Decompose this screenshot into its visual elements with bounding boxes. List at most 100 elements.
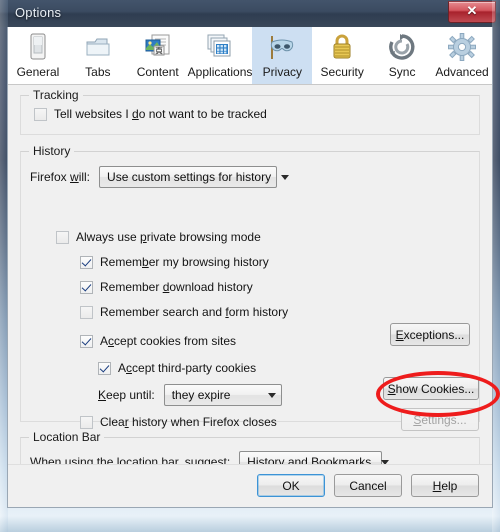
close-icon: ✕ — [466, 3, 478, 18]
clear-history-on-close-label: Clear history when Firefox closes — [100, 415, 277, 429]
location-bar-group-title: Location Bar — [29, 430, 105, 444]
settings-button: Settings... — [401, 408, 479, 431]
accept-third-party-cookies-checkbox[interactable] — [98, 361, 111, 375]
exc-accel: E — [395, 327, 404, 342]
tab-general[interactable]: General — [8, 27, 68, 84]
sync-icon — [385, 31, 419, 63]
rfh-post: orm history — [228, 305, 289, 319]
dnt-text-pre: Tell websites I — [54, 107, 133, 121]
clear-history-on-close-row[interactable]: Clear history when Firefox closes — [80, 415, 277, 429]
do-not-track-label: Tell websites I do not want to be tracke… — [54, 107, 267, 121]
dnt-text-post: o not want to be tracked — [138, 107, 267, 121]
accept-cookies-label: Accept cookies from sites — [100, 334, 236, 348]
settings-button-label: Settings... — [413, 413, 466, 427]
sc-rest: how Cookies... — [395, 381, 475, 396]
ac-pre: A — [100, 334, 109, 348]
do-not-track-checkbox[interactable] — [34, 107, 47, 121]
ok-button-label: OK — [282, 478, 300, 493]
cancel-button[interactable]: Cancel — [334, 474, 402, 497]
tab-security[interactable]: Security — [312, 27, 372, 84]
remember-browsing-history-row[interactable]: Remember my browsing history — [80, 255, 269, 269]
tab-tabs[interactable]: Tabs — [68, 27, 128, 84]
window-border-right — [492, 0, 500, 532]
keep-until-dropdown[interactable]: they expire — [163, 384, 282, 406]
svg-text:頁: 頁 — [155, 47, 163, 56]
cancel-button-label: Cancel — [349, 478, 387, 493]
remember-download-history-checkbox[interactable] — [80, 280, 93, 294]
tab-label-general: General — [16, 65, 60, 79]
show-cookies-button[interactable]: Show Cookies... — [383, 377, 479, 400]
history-group-title: History — [29, 144, 75, 158]
firefox-will-label: Firefox will: — [30, 170, 90, 184]
private-browsing-label: Always use private browsing mode — [76, 230, 261, 244]
tab-label-security: Security — [320, 65, 364, 79]
remember-form-history-label: Remember search and form history — [100, 305, 288, 319]
exceptions-button[interactable]: Exceptions... — [390, 323, 470, 346]
ku-accel: K — [98, 388, 107, 402]
tab-label-content: Content — [136, 65, 179, 79]
help-button-label: Help — [433, 479, 458, 493]
ffwill-text-pre: Firefox — [30, 170, 71, 184]
dialog-button-bar: OK Cancel Help — [8, 464, 492, 507]
private-browsing-row[interactable]: Always use private browsing mode — [56, 230, 261, 244]
options-window: Options ✕ General Tabs 頁 Content Applica… — [0, 0, 500, 532]
help-rest: elp — [441, 478, 458, 493]
rbh-pre: Remem — [100, 255, 143, 269]
tracking-group-title: Tracking — [29, 88, 83, 102]
ch-post: history when Firefox closes — [128, 415, 277, 429]
clear-history-on-close-checkbox[interactable] — [80, 415, 93, 429]
remember-browsing-history-checkbox[interactable] — [80, 255, 93, 269]
tabs-icon — [81, 31, 115, 63]
privacy-panel: Tracking Tell websites I do not want to … — [8, 85, 500, 506]
chevron-down-icon — [267, 392, 276, 398]
tab-label-sync: Sync — [388, 65, 416, 79]
remember-form-history-checkbox[interactable] — [80, 305, 93, 319]
ac-post: cept cookies from sites — [114, 334, 237, 348]
category-tab-strip: General Tabs 頁 Content Applications Priv… — [8, 27, 492, 85]
advanced-gear-icon — [445, 31, 479, 63]
tab-advanced[interactable]: Advanced — [432, 27, 492, 84]
remember-form-history-row[interactable]: Remember search and form history — [80, 305, 288, 319]
tab-content[interactable]: 頁 Content — [128, 27, 188, 84]
remember-download-history-row[interactable]: Remember download history — [80, 280, 253, 294]
ffwill-accel: w — [70, 170, 79, 184]
accept-cookies-row[interactable]: Accept cookies from sites — [80, 334, 236, 348]
privacy-mask-icon — [265, 31, 299, 63]
security-lock-icon — [325, 31, 359, 63]
title-bar: Options ✕ — [0, 0, 500, 27]
remember-download-history-label: Remember download history — [100, 280, 253, 294]
sc-accel: S — [387, 381, 396, 396]
tab-label-advanced: Advanced — [435, 65, 489, 79]
dnt-accel: d — [132, 107, 139, 121]
accept-third-party-cookies-row[interactable]: Accept third-party cookies — [98, 361, 256, 375]
show-cookies-button-label: Show Cookies... — [388, 382, 475, 396]
tab-applications[interactable]: Applications — [188, 27, 252, 84]
firefox-will-row: Firefox will: Use custom settings for hi… — [30, 166, 290, 188]
dialog-client-area: General Tabs 頁 Content Applications Priv… — [7, 27, 500, 508]
pb-accel: p — [140, 230, 147, 244]
rbh-post: er my browsing history — [148, 255, 269, 269]
atp-post: cept third-party cookies — [132, 361, 257, 375]
rbh-accel: b — [142, 255, 149, 269]
tab-sync[interactable]: Sync — [372, 27, 432, 84]
firefox-will-dropdown[interactable]: Use custom settings for history — [99, 166, 290, 188]
exceptions-button-label: Exceptions... — [396, 328, 465, 342]
help-button[interactable]: Help — [411, 474, 479, 497]
tab-label-tabs: Tabs — [85, 65, 111, 79]
accept-third-party-cookies-label: Accept third-party cookies — [118, 361, 256, 375]
chevron-down-icon — [281, 174, 290, 180]
ch-pre: Clea — [100, 415, 125, 429]
private-browsing-checkbox[interactable] — [56, 230, 69, 244]
accept-cookies-checkbox[interactable] — [80, 334, 93, 348]
set-rest: ettings... — [421, 412, 467, 427]
rfh-pre: Remember search and — [100, 305, 226, 319]
rdh-pre: Remember — [100, 280, 163, 294]
close-button[interactable]: ✕ — [448, 1, 496, 23]
keep-until-label: Keep until: — [98, 388, 155, 402]
do-not-track-row[interactable]: Tell websites I do not want to be tracke… — [34, 107, 267, 121]
firefox-will-value: Use custom settings for history — [107, 170, 272, 184]
tab-privacy[interactable]: Privacy — [252, 27, 313, 84]
ok-button[interactable]: OK — [257, 474, 325, 497]
tab-label-privacy: Privacy — [262, 65, 302, 79]
pb-pre: Always use — [76, 230, 141, 244]
